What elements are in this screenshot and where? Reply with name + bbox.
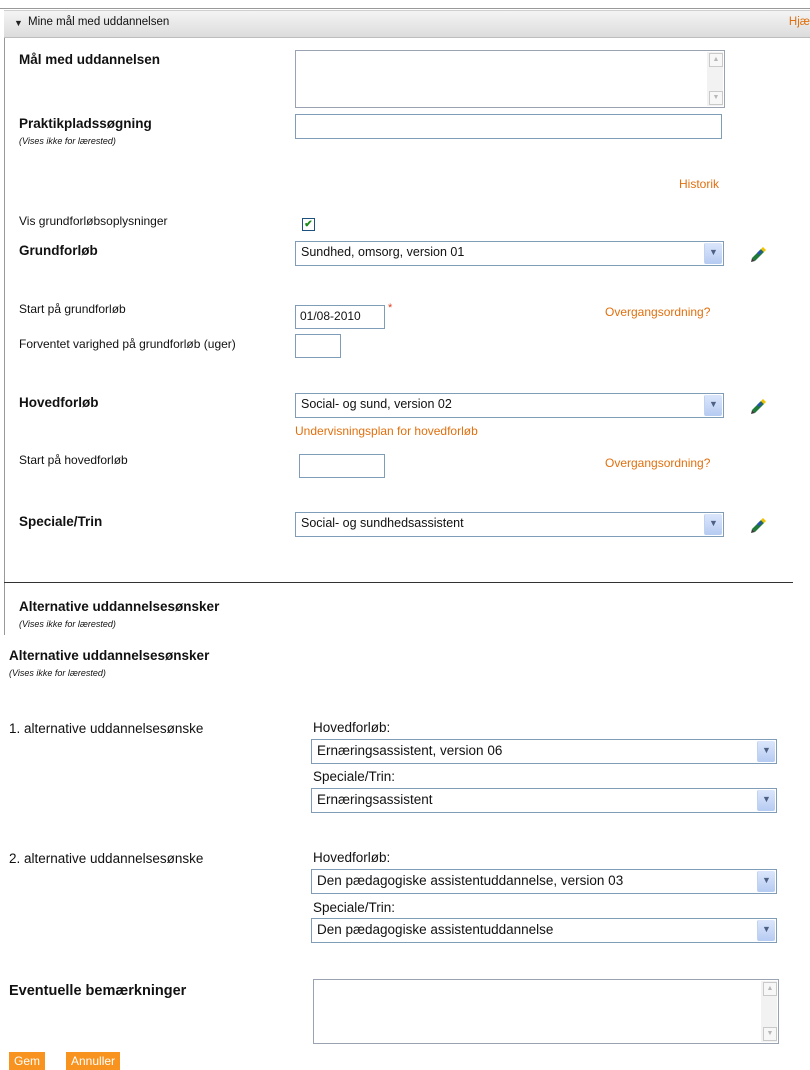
alt1-hoved-select[interactable]: Ernæringsassistent, version 06 ▼: [311, 739, 777, 764]
praktik-input[interactable]: [295, 114, 722, 139]
start-grund-label: Start på grundforløb: [19, 302, 126, 316]
scroll-down-icon[interactable]: ▼: [763, 1027, 777, 1041]
required-marker: *: [388, 302, 393, 314]
speciale-select[interactable]: Social- og sundhedsassistent ▼: [295, 512, 724, 537]
edit-pencil-icon[interactable]: [749, 396, 769, 414]
alt2-spec-select[interactable]: Den pædagogiske assistentuddannelse ▼: [311, 918, 777, 943]
left-border: [4, 10, 5, 635]
scroll-down-icon[interactable]: ▼: [709, 91, 723, 105]
hovedforloeb-select[interactable]: Social- og sund, version 02 ▼: [295, 393, 724, 418]
hovedforloeb-selected: Social- og sund, version 02: [301, 397, 452, 411]
help-link[interactable]: Hjæ: [789, 16, 810, 28]
alt2-hoved-label: Hovedforløb:: [313, 850, 391, 865]
edit-pencil-icon[interactable]: [749, 515, 769, 533]
duration-label: Forventet varighed på grundforløb (uger): [19, 337, 236, 351]
speciale-selected: Social- og sundhedsassistent: [301, 516, 464, 530]
teaching-plan-link[interactable]: Undervisningsplan for hovedforløb: [295, 424, 478, 438]
section-header[interactable]: ▼ Mine mål med uddannelsen Hjæ: [4, 10, 810, 38]
alt2-hoved-selected: Den pædagogiske assistentuddannelse, ver…: [317, 873, 624, 888]
alt2-label: 2. alternative uddannelsesønske: [9, 851, 204, 866]
chevron-down-icon[interactable]: ▼: [757, 920, 775, 941]
chevron-down-icon[interactable]: ▼: [757, 790, 775, 811]
grundforloeb-select[interactable]: Sundhed, omsorg, version 01 ▼: [295, 241, 724, 266]
alt1-spec-select[interactable]: Ernæringsassistent ▼: [311, 788, 777, 813]
transition-link-1[interactable]: Overgangsordning?: [605, 305, 710, 319]
alt2-hoved-select[interactable]: Den pædagogiske assistentuddannelse, ver…: [311, 869, 777, 894]
scroll-up-icon[interactable]: ▲: [709, 53, 723, 67]
grundforloeb-label: Grundforløb: [19, 243, 98, 258]
praktik-label: Praktikpladssøgning: [19, 116, 152, 131]
alt-section2-title: Alternative uddannelsesønsker: [9, 648, 210, 663]
speciale-label: Speciale/Trin: [19, 514, 103, 529]
alt1-label: 1. alternative uddannelsesønske: [9, 721, 204, 736]
top-border: [0, 8, 810, 9]
save-button[interactable]: Gem: [9, 1052, 46, 1070]
alt1-hoved-selected: Ernæringsassistent, version 06: [317, 743, 503, 758]
remarks-label: Eventuelle bemærkninger: [9, 983, 187, 999]
cancel-button[interactable]: Annuller: [66, 1052, 121, 1070]
start-hoved-label: Start på hovedforløb: [19, 453, 128, 467]
edit-pencil-icon[interactable]: [749, 244, 769, 262]
hovedforloeb-label: Hovedforløb: [19, 395, 99, 410]
alt-section-title: Alternative uddannelsesønsker: [19, 599, 220, 614]
goal-label: Mål med uddannelsen: [19, 52, 161, 67]
show-basic-checkbox[interactable]: ✔: [302, 218, 315, 231]
chevron-down-icon[interactable]: ▼: [757, 871, 775, 892]
grundforloeb-selected: Sundhed, omsorg, version 01: [301, 245, 465, 259]
transition-link-2[interactable]: Overgangsordning?: [605, 456, 710, 470]
divider: [4, 582, 793, 583]
scroll-up-icon[interactable]: ▲: [763, 982, 777, 996]
alt1-spec-selected: Ernæringsassistent: [317, 792, 433, 807]
start-hoved-input[interactable]: [299, 454, 385, 478]
history-link[interactable]: Historik: [679, 177, 719, 191]
alt2-spec-selected: Den pædagogiske assistentuddannelse: [317, 922, 554, 937]
praktik-note: (Vises ikke for lærested): [19, 136, 116, 146]
show-basic-label: Vis grundforløbsoplysninger: [19, 214, 168, 228]
start-grund-input[interactable]: 01/08-2010: [295, 305, 385, 329]
scrollbar[interactable]: ▲ ▼: [761, 981, 777, 1042]
alt-section-note: (Vises ikke for lærested): [19, 619, 116, 629]
chevron-down-icon[interactable]: ▼: [704, 514, 722, 535]
chevron-down-icon[interactable]: ▼: [704, 395, 722, 416]
alt1-hoved-label: Hovedforløb:: [313, 720, 391, 735]
alt2-spec-label: Speciale/Trin:: [313, 900, 396, 915]
remarks-textarea[interactable]: ▲ ▼: [313, 979, 779, 1044]
section-title: Mine mål med uddannelsen: [28, 16, 170, 28]
chevron-down-icon[interactable]: ▼: [757, 741, 775, 762]
duration-input[interactable]: [295, 334, 341, 358]
goal-textarea[interactable]: ▲ ▼: [295, 50, 725, 108]
alt-section2-note: (Vises ikke for lærested): [9, 668, 106, 678]
chevron-down-icon[interactable]: ▼: [704, 243, 722, 264]
collapse-triangle-icon[interactable]: ▼: [14, 18, 23, 28]
alt1-spec-label: Speciale/Trin:: [313, 769, 396, 784]
scrollbar[interactable]: ▲ ▼: [707, 52, 723, 106]
